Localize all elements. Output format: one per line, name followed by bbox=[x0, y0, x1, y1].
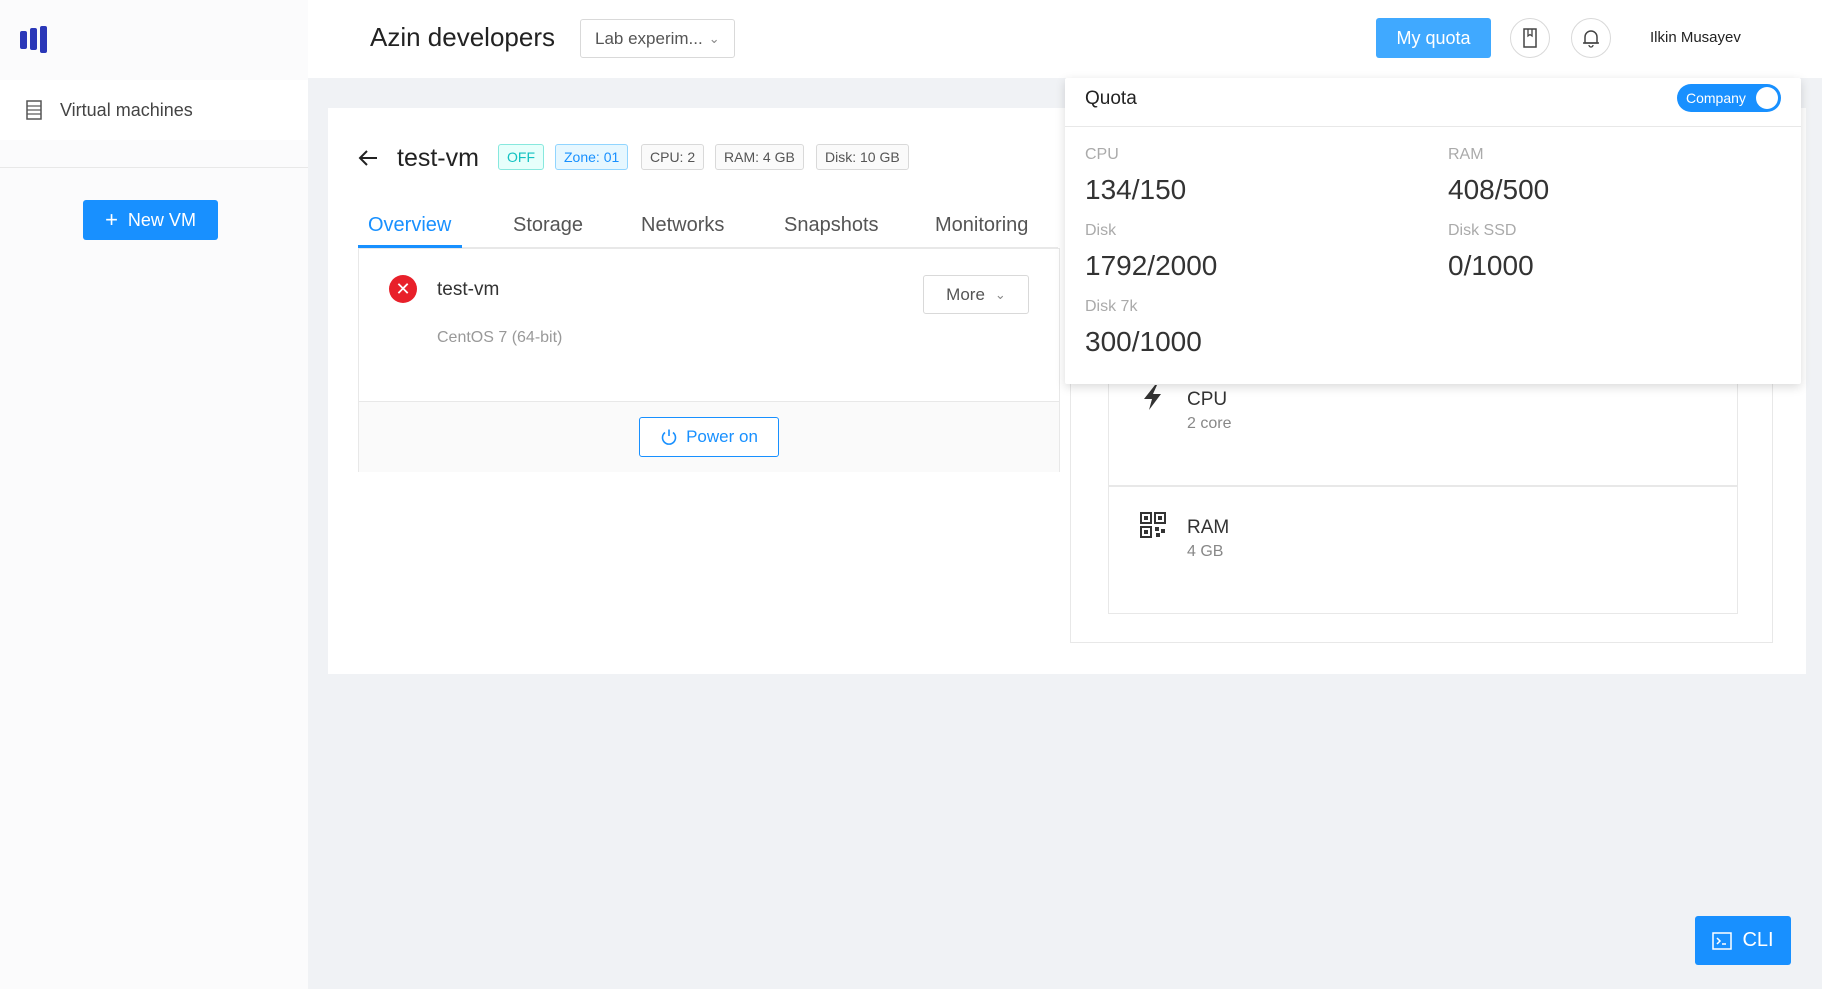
quota-value-cpu: 134/150 bbox=[1085, 174, 1187, 205]
company-toggle[interactable]: Company bbox=[1677, 84, 1781, 112]
terminal-icon bbox=[1712, 931, 1733, 950]
vm-tabs: Overview Storage Networks Snapshots Moni… bbox=[358, 208, 1058, 248]
toggle-knob bbox=[1756, 87, 1778, 109]
disk-badge: Disk: 10 GB bbox=[816, 144, 909, 170]
user-name[interactable]: Ilkin Musayev bbox=[1650, 29, 1741, 46]
sidebar-item-label: Virtual machines bbox=[60, 99, 193, 120]
quota-title: Quota bbox=[1085, 88, 1137, 109]
vm-title: test-vm bbox=[397, 144, 479, 172]
tab-storage[interactable]: Storage bbox=[513, 214, 583, 237]
more-dropdown-button[interactable]: More ⌄ bbox=[923, 275, 1029, 314]
power-icon bbox=[661, 429, 677, 445]
spec-ram: RAM 4 GB bbox=[1108, 486, 1738, 614]
vm-os: CentOS 7 (64-bit) bbox=[437, 329, 563, 346]
bookmark-button[interactable] bbox=[1510, 18, 1550, 58]
my-quota-button[interactable]: My quota bbox=[1376, 18, 1491, 58]
quota-value-disk-ssd: 0/1000 bbox=[1448, 250, 1534, 281]
quota-label-disk-7k: Disk 7k bbox=[1085, 298, 1138, 315]
spec-label: RAM bbox=[1187, 517, 1230, 538]
bell-icon bbox=[1583, 30, 1599, 48]
quota-label-cpu: CPU bbox=[1085, 146, 1119, 163]
sidebar-item-virtual-machines[interactable]: Virtual machines bbox=[0, 80, 308, 140]
tab-snapshots[interactable]: Snapshots bbox=[784, 214, 879, 237]
top-header: Azin developers Lab experim... ⌄ My quot… bbox=[308, 0, 1822, 78]
zone-badge: Zone: 01 bbox=[555, 144, 629, 170]
new-vm-button[interactable]: + New VM bbox=[83, 200, 218, 240]
plus-icon: + bbox=[105, 207, 118, 232]
quota-value-disk-7k: 300/1000 bbox=[1085, 326, 1202, 357]
spec-label: CPU bbox=[1187, 389, 1228, 410]
bookmark-icon bbox=[1523, 28, 1537, 48]
quota-value-ram: 408/500 bbox=[1448, 174, 1550, 205]
vm-actions-bar: Power on bbox=[359, 401, 1059, 472]
cli-button[interactable]: CLI bbox=[1695, 916, 1791, 965]
status-badge: OFF bbox=[498, 144, 544, 170]
spec-value: 2 core bbox=[1187, 415, 1232, 432]
brand-logo-icon[interactable] bbox=[18, 24, 52, 54]
spec-value: 4 GB bbox=[1187, 543, 1224, 560]
quota-header: Quota Company bbox=[1065, 78, 1801, 127]
error-status-icon: ✕ bbox=[389, 275, 417, 303]
cpu-badge: CPU: 2 bbox=[641, 144, 705, 170]
org-title: Azin developers bbox=[370, 22, 555, 52]
vm-specs-panel: CPU 2 core RAM 4 GB bbox=[1070, 359, 1773, 643]
ram-badge: RAM: 4 GB bbox=[715, 144, 804, 170]
project-select[interactable]: Lab experim... ⌄ bbox=[580, 19, 735, 58]
lightning-icon bbox=[1144, 385, 1161, 410]
vm-name: test-vm bbox=[437, 279, 500, 300]
power-on-button[interactable]: Power on bbox=[639, 417, 779, 457]
sidebar-divider bbox=[0, 167, 308, 168]
vm-summary-box: ✕ test-vm CentOS 7 (64-bit) More ⌄ Power… bbox=[358, 248, 1060, 472]
tab-monitoring[interactable]: Monitoring bbox=[935, 214, 1028, 237]
quota-label-disk: Disk bbox=[1085, 222, 1117, 239]
back-arrow-icon[interactable] bbox=[357, 147, 379, 169]
server-list-icon bbox=[26, 100, 42, 120]
notifications-button[interactable] bbox=[1571, 18, 1611, 58]
sidebar: Virtual machines + New VM bbox=[0, 0, 308, 989]
qr-grid-icon bbox=[1140, 512, 1166, 538]
quota-label-ram: RAM bbox=[1448, 146, 1484, 163]
tab-networks[interactable]: Networks bbox=[641, 214, 724, 237]
quota-label-disk-ssd: Disk SSD bbox=[1448, 222, 1517, 239]
tab-overview[interactable]: Overview bbox=[368, 214, 451, 237]
chevron-down-icon: ⌄ bbox=[994, 286, 1006, 302]
quota-popover: Quota Company CPU 134/150 RAM 408/500 Di… bbox=[1065, 78, 1801, 384]
chevron-down-icon: ⌄ bbox=[708, 30, 720, 46]
quota-value-disk: 1792/2000 bbox=[1085, 250, 1218, 281]
